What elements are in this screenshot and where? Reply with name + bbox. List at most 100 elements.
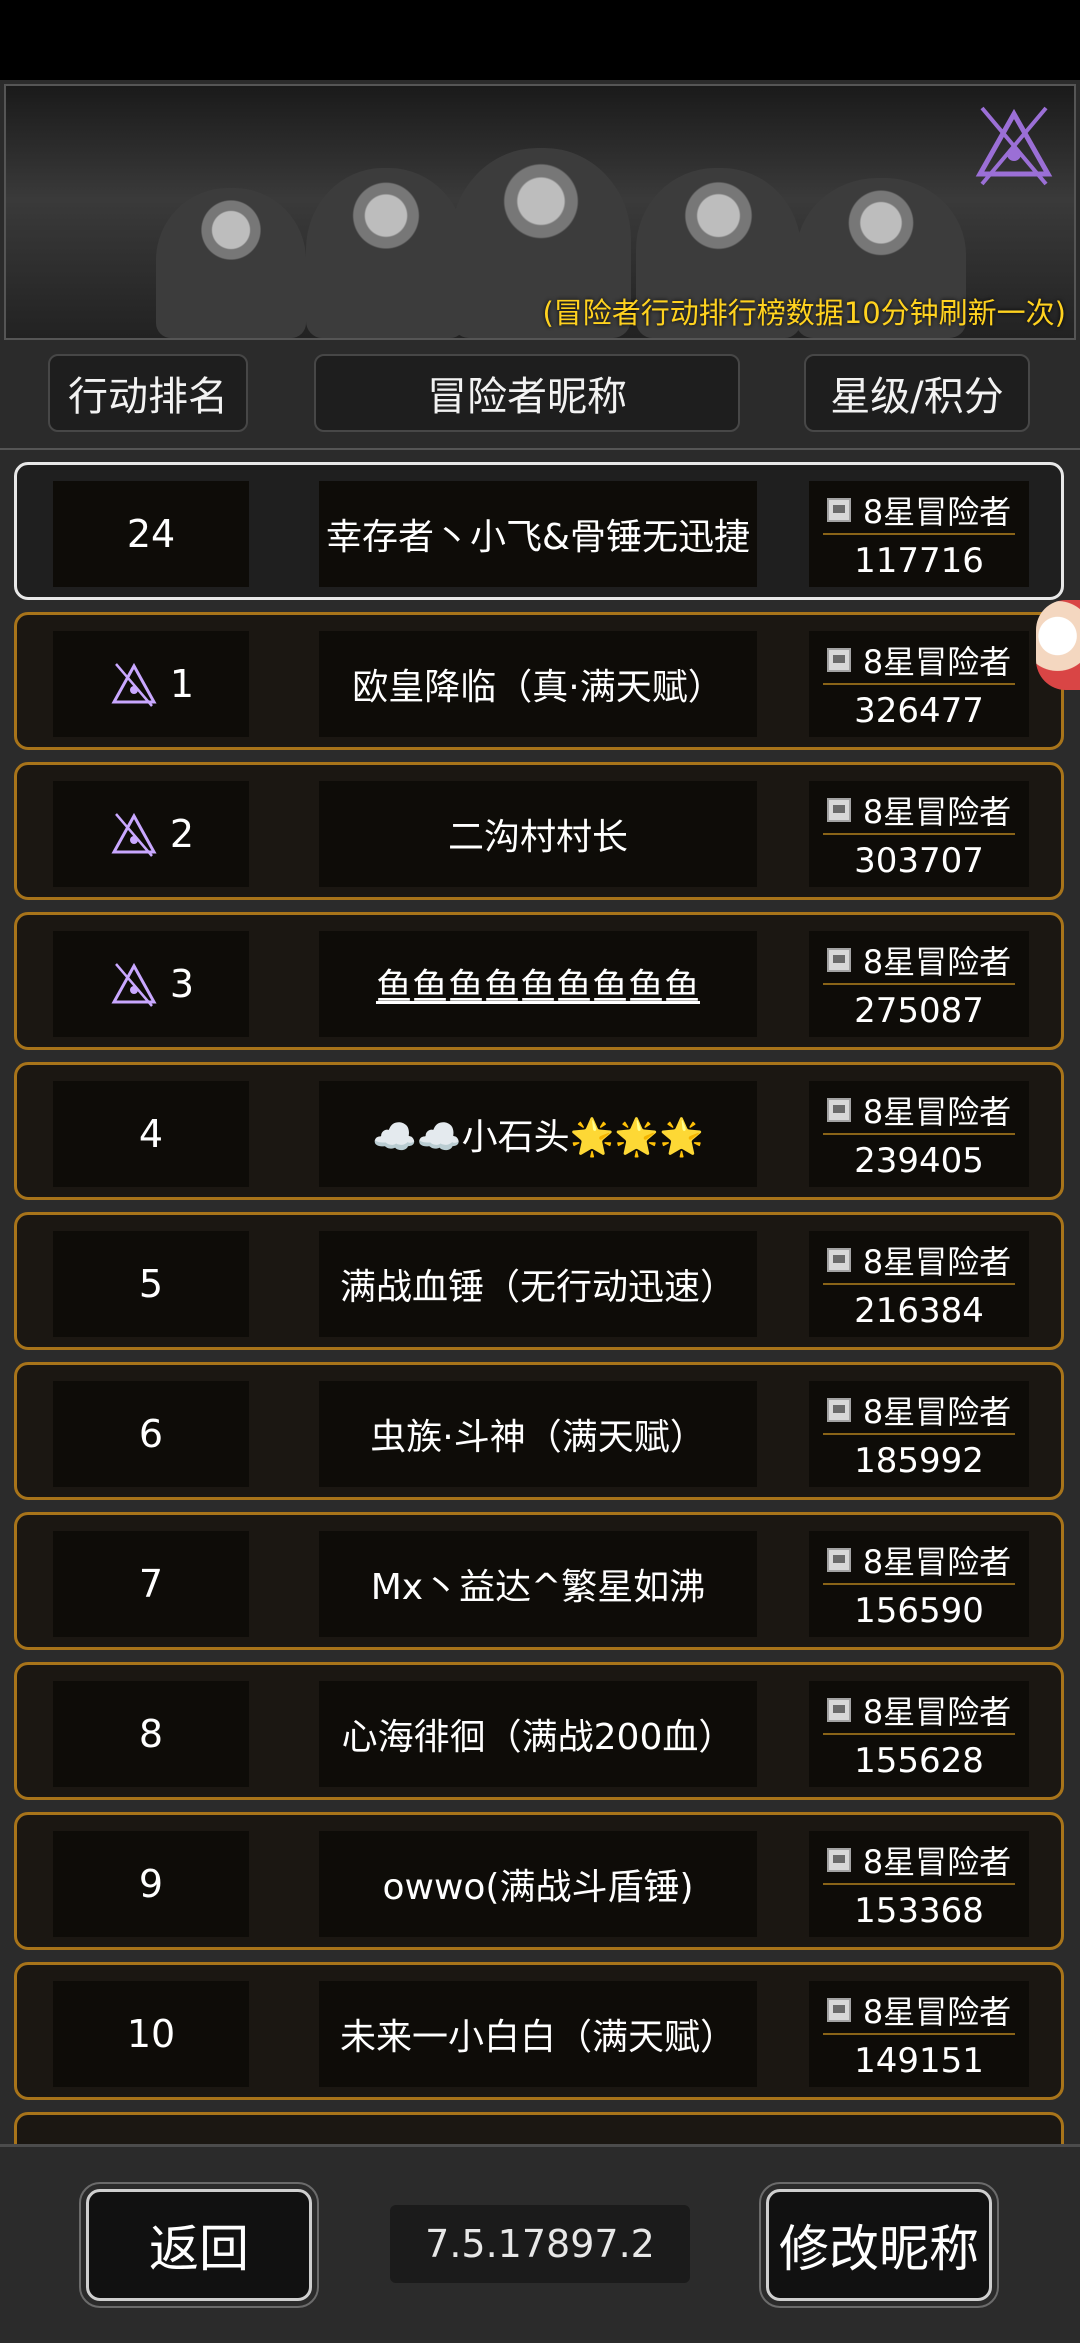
star-level: 8星冒险者 bbox=[862, 943, 1012, 981]
score: 185992 bbox=[854, 1441, 984, 1481]
rank-column-header[interactable]: 行动排名 bbox=[48, 354, 248, 432]
name-cell: owwo(满战斗盾锤) bbox=[319, 1831, 757, 1937]
level-badge-icon bbox=[826, 1998, 851, 2022]
rank-cell: 8 bbox=[53, 1681, 249, 1787]
rank-number: 6 bbox=[138, 1412, 164, 1456]
star-level: 8星冒险者 bbox=[862, 1243, 1012, 1281]
player-name: 幸存者丶小飞&骨锤无迅捷 bbox=[325, 517, 751, 558]
level-badge-icon bbox=[826, 1398, 851, 1422]
score: 153368 bbox=[854, 1891, 984, 1931]
score: 326477 bbox=[854, 691, 984, 731]
leaderboard-row[interactable]: 1 欧皇降临（真·满天赋） 8星冒险者 326477 bbox=[14, 612, 1064, 750]
rename-button[interactable]: 修改昵称 bbox=[759, 2182, 999, 2308]
player-name: ☁️☁️小石头🌟🌟🌟 bbox=[371, 1117, 705, 1158]
star-level: 8星冒险者 bbox=[862, 1993, 1012, 2031]
player-name: owwo(满战斗盾锤) bbox=[382, 1867, 694, 1908]
name-cell: 心海徘徊（满战200血） bbox=[319, 1681, 757, 1787]
star-level: 8星冒险者 bbox=[862, 643, 1012, 681]
name-cell: ☁️☁️小石头🌟🌟🌟 bbox=[319, 1081, 757, 1187]
star-cell: 8星冒险者 216384 bbox=[809, 1231, 1029, 1337]
emblem-logo-icon bbox=[975, 106, 1053, 186]
name-cell: 幸存者丶小飞&骨锤无迅捷 bbox=[319, 481, 757, 587]
my-rank-row[interactable]: 24 幸存者丶小飞&骨锤无迅捷 8星冒险者 117716 bbox=[14, 462, 1064, 600]
star-cell: 8星冒险者 156590 bbox=[809, 1531, 1029, 1637]
rank-number: 4 bbox=[138, 1112, 164, 1156]
banner-character bbox=[306, 168, 466, 338]
star-level: 8星冒险者 bbox=[862, 1843, 1012, 1881]
version-label: 7.5.17897.2 bbox=[390, 2205, 690, 2283]
gift-mascot-icon[interactable] bbox=[1036, 600, 1080, 690]
bottom-bar: 返回 7.5.17897.2 修改昵称 bbox=[0, 2144, 1080, 2343]
level-badge-icon bbox=[826, 1098, 851, 1122]
star-level: 8星冒险者 bbox=[862, 493, 1012, 531]
purple-triangle-emblem-icon bbox=[111, 962, 157, 1007]
rank-cell: 7 bbox=[53, 1531, 249, 1637]
rank-cell: 9 bbox=[53, 1831, 249, 1937]
leaderboard-row[interactable]: 4 ☁️☁️小石头🌟🌟🌟 8星冒险者 239405 bbox=[14, 1062, 1064, 1200]
refresh-note: (冒险者行动排行榜数据10分钟刷新一次) bbox=[542, 296, 1066, 330]
name-cell: 欧皇降临（真·满天赋） bbox=[319, 631, 757, 737]
star-cell: 8星冒险者 149151 bbox=[809, 1981, 1029, 2087]
score: 155628 bbox=[854, 1741, 984, 1781]
rank-number: 5 bbox=[138, 1262, 164, 1306]
rank-number: 7 bbox=[138, 1562, 164, 1606]
banner-character bbox=[156, 188, 306, 338]
star-level: 8星冒险者 bbox=[862, 1093, 1012, 1131]
leaderboard-row[interactable]: 10 未来一小白白（满天赋） 8星冒险者 149151 bbox=[14, 1962, 1064, 2100]
level-badge-icon bbox=[826, 1848, 851, 1872]
level-badge-icon bbox=[826, 1248, 851, 1272]
star-level: 8星冒险者 bbox=[862, 1543, 1012, 1581]
header-divider bbox=[0, 448, 1080, 450]
leaderboard-row[interactable]: 9 owwo(满战斗盾锤) 8星冒险者 153368 bbox=[14, 1812, 1064, 1950]
star-level: 8星冒险者 bbox=[862, 1393, 1012, 1431]
rank-number: 2 bbox=[169, 812, 195, 856]
score: 239405 bbox=[854, 1141, 984, 1181]
player-name: 欧皇降临（真·满天赋） bbox=[352, 667, 724, 708]
name-cell: 鱼鱼鱼鱼鱼鱼鱼鱼鱼 bbox=[319, 931, 757, 1037]
score: 117716 bbox=[854, 541, 984, 581]
back-button[interactable]: 返回 bbox=[79, 2182, 319, 2308]
score: 303707 bbox=[854, 841, 984, 881]
player-name: 虫族·斗神（满天赋） bbox=[370, 1417, 706, 1458]
star-cell: 8星冒险者 117716 bbox=[809, 481, 1029, 587]
rank-cell: 2 bbox=[53, 781, 249, 887]
level-badge-icon bbox=[826, 498, 851, 522]
star-cell: 8星冒险者 275087 bbox=[809, 931, 1029, 1037]
name-cell: 未来一小白白（满天赋） bbox=[319, 1981, 757, 2087]
rank-cell: 10 bbox=[53, 1981, 249, 2087]
leaderboard-row[interactable]: 2 二沟村村长 8星冒险者 303707 bbox=[14, 762, 1064, 900]
rank-number: 1 bbox=[169, 662, 195, 706]
leaderboard-row[interactable] bbox=[14, 2112, 1064, 2144]
score: 216384 bbox=[854, 1291, 984, 1331]
player-name: 心海徘徊（满战200血） bbox=[341, 1717, 735, 1758]
player-name: 满战血锤（无行动迅速） bbox=[339, 1267, 736, 1308]
level-badge-icon bbox=[826, 948, 851, 972]
name-column-header[interactable]: 冒险者昵称 bbox=[314, 354, 740, 432]
leaderboard-list[interactable]: 24 幸存者丶小飞&骨锤无迅捷 8星冒险者 117716 1 欧皇降临（真·满天… bbox=[0, 454, 1080, 2144]
star-level: 8星冒险者 bbox=[862, 1693, 1012, 1731]
star-cell: 8星冒险者 303707 bbox=[809, 781, 1029, 887]
player-name: 二沟村村长 bbox=[447, 817, 628, 858]
player-name: 未来一小白白（满天赋） bbox=[339, 2017, 736, 2058]
star-level: 8星冒险者 bbox=[862, 793, 1012, 831]
leaderboard-banner: (冒险者行动排行榜数据10分钟刷新一次) bbox=[4, 84, 1076, 340]
rank-number: 10 bbox=[126, 2012, 176, 2056]
rank-cell: 1 bbox=[53, 631, 249, 737]
leaderboard-row[interactable]: 6 虫族·斗神（满天赋） 8星冒险者 185992 bbox=[14, 1362, 1064, 1500]
leaderboard-row[interactable]: 7 Mx丶益达^繁星如沸 8星冒险者 156590 bbox=[14, 1512, 1064, 1650]
name-cell: Mx丶益达^繁星如沸 bbox=[319, 1531, 757, 1637]
rank-cell: 24 bbox=[53, 481, 249, 587]
level-badge-icon bbox=[826, 648, 851, 672]
score: 149151 bbox=[854, 2041, 984, 2081]
leaderboard-row[interactable]: 8 心海徘徊（满战200血） 8星冒险者 155628 bbox=[14, 1662, 1064, 1800]
name-cell: 二沟村村长 bbox=[319, 781, 757, 887]
star-cell: 8星冒险者 326477 bbox=[809, 631, 1029, 737]
star-cell: 8星冒险者 185992 bbox=[809, 1381, 1029, 1487]
star-column-header[interactable]: 星级/积分 bbox=[804, 354, 1030, 432]
leaderboard-row[interactable]: 5 满战血锤（无行动迅速） 8星冒险者 216384 bbox=[14, 1212, 1064, 1350]
level-badge-icon bbox=[826, 1548, 851, 1572]
name-cell: 虫族·斗神（满天赋） bbox=[319, 1381, 757, 1487]
rank-cell: 4 bbox=[53, 1081, 249, 1187]
leaderboard-row[interactable]: 3 鱼鱼鱼鱼鱼鱼鱼鱼鱼 8星冒险者 275087 bbox=[14, 912, 1064, 1050]
purple-triangle-emblem-icon bbox=[111, 812, 157, 857]
